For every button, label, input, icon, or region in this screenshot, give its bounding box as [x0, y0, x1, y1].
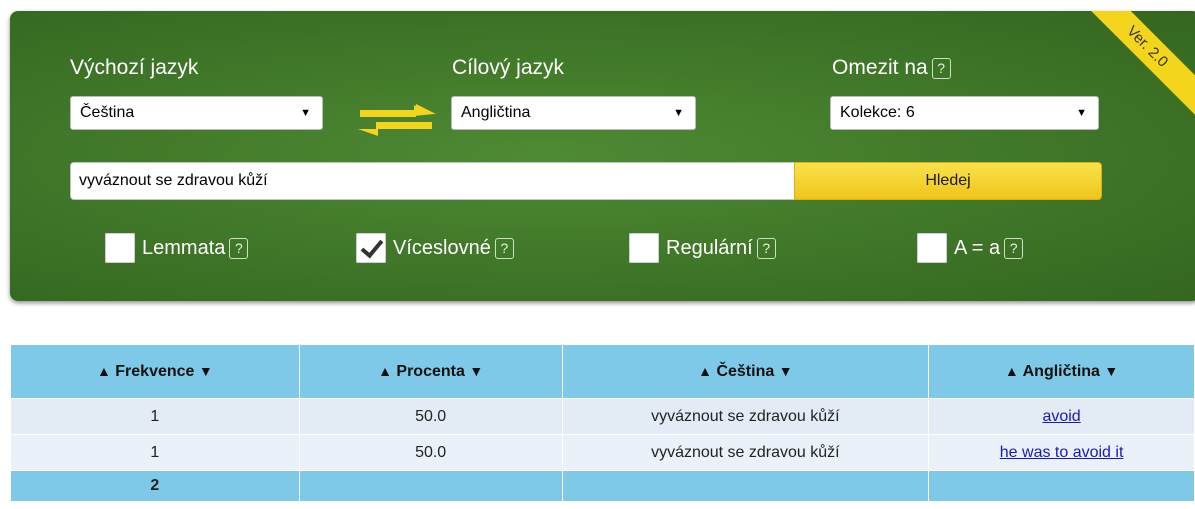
- option-label: Víceslovné: [393, 236, 491, 259]
- cell-target: avoid: [928, 398, 1195, 435]
- checkbox-checked[interactable]: [356, 233, 386, 263]
- sort-down-icon[interactable]: ▼: [779, 363, 793, 379]
- target-language-label: Cílový jazyk: [452, 56, 565, 79]
- sort-down-icon[interactable]: ▼: [199, 363, 213, 379]
- checkbox[interactable]: [629, 233, 659, 263]
- option-case-insensitive[interactable]: A = a ?: [917, 232, 1024, 264]
- option-lemmata[interactable]: Lemmata ?: [105, 232, 249, 264]
- total-frequency: 2: [10, 470, 300, 502]
- translation-link[interactable]: avoid: [1042, 408, 1080, 425]
- help-icon[interactable]: ?: [494, 237, 514, 259]
- help-icon[interactable]: ?: [1004, 237, 1024, 259]
- target-language-select[interactable]: Angličtina ▼: [451, 96, 696, 130]
- table-row: 1 50.0 vyváznout se zdravou kůží avoid: [10, 398, 1195, 435]
- option-label: Regulární: [666, 236, 753, 259]
- option-label: A = a: [954, 236, 1001, 259]
- total-empty-cell: [928, 470, 1195, 502]
- limit-label: Omezit na?: [832, 56, 951, 80]
- search-button[interactable]: Hledej: [794, 162, 1102, 200]
- limit-select[interactable]: Kolekce: 6 ▼: [830, 96, 1099, 130]
- table-total-row: 2: [10, 470, 1195, 502]
- sort-down-icon[interactable]: ▼: [469, 363, 483, 379]
- limit-label-text: Omezit na: [832, 56, 928, 79]
- sort-up-icon[interactable]: ▲: [1005, 363, 1019, 379]
- chevron-down-icon: ▼: [1076, 107, 1087, 119]
- cell-percent: 50.0: [298, 398, 563, 435]
- sort-up-icon[interactable]: ▲: [378, 363, 392, 379]
- cell-source: vyváznout se zdravou kůží: [561, 434, 930, 471]
- chevron-down-icon: ▼: [300, 107, 311, 119]
- column-header-anglictina[interactable]: ▲ Angličtina ▼: [928, 344, 1195, 399]
- option-viceslovne[interactable]: Víceslovné ?: [356, 232, 514, 264]
- column-header-frekvence[interactable]: ▲ Frekvence ▼: [10, 344, 300, 399]
- sort-up-icon[interactable]: ▲: [698, 363, 712, 379]
- search-panel: Ver. 2.0 Výchozí jazyk Čeština ▼ Cílový …: [10, 11, 1195, 301]
- column-header-cestina[interactable]: ▲ Čeština ▼: [561, 344, 930, 399]
- cell-frequency: 1: [10, 398, 300, 435]
- total-empty-cell: [561, 470, 930, 502]
- translation-link[interactable]: he was to avoid it: [1000, 444, 1124, 461]
- column-header-procenta[interactable]: ▲ Procenta ▼: [298, 344, 563, 399]
- chevron-down-icon: ▼: [673, 107, 684, 119]
- source-language-value: Čeština: [80, 104, 135, 121]
- swap-languages-icon[interactable]: [352, 100, 442, 140]
- table-header-row: ▲ Frekvence ▼ ▲ Procenta ▼ ▲ Čeština ▼ ▲…: [10, 344, 1195, 399]
- column-label: Procenta: [396, 362, 465, 380]
- column-label: Čeština: [716, 362, 775, 380]
- cell-percent: 50.0: [298, 434, 563, 471]
- sort-down-icon[interactable]: ▼: [1104, 363, 1118, 379]
- source-language-select[interactable]: Čeština ▼: [70, 96, 323, 130]
- help-icon[interactable]: ?: [931, 57, 951, 79]
- column-label: Angličtina: [1022, 362, 1100, 380]
- cell-source: vyváznout se zdravou kůží: [561, 398, 930, 435]
- checkbox[interactable]: [917, 233, 947, 263]
- cell-target: he was to avoid it: [928, 434, 1195, 471]
- cell-frequency: 1: [10, 434, 300, 471]
- results-table: ▲ Frekvence ▼ ▲ Procenta ▼ ▲ Čeština ▼ ▲…: [10, 344, 1195, 502]
- target-language-value: Angličtina: [461, 104, 531, 121]
- total-empty-cell: [298, 470, 563, 502]
- checkbox[interactable]: [105, 233, 135, 263]
- option-regularni[interactable]: Regulární ?: [629, 232, 776, 264]
- source-language-label: Výchozí jazyk: [70, 56, 199, 79]
- help-icon[interactable]: ?: [756, 237, 776, 259]
- table-row: 1 50.0 vyváznout se zdravou kůží he was …: [10, 434, 1195, 471]
- option-label: Lemmata: [142, 236, 226, 259]
- column-label: Frekvence: [115, 362, 195, 380]
- limit-value: Kolekce: 6: [840, 104, 915, 121]
- sort-up-icon[interactable]: ▲: [97, 363, 111, 379]
- search-input[interactable]: vyváznout se zdravou kůží: [70, 162, 794, 200]
- help-icon[interactable]: ?: [229, 237, 249, 259]
